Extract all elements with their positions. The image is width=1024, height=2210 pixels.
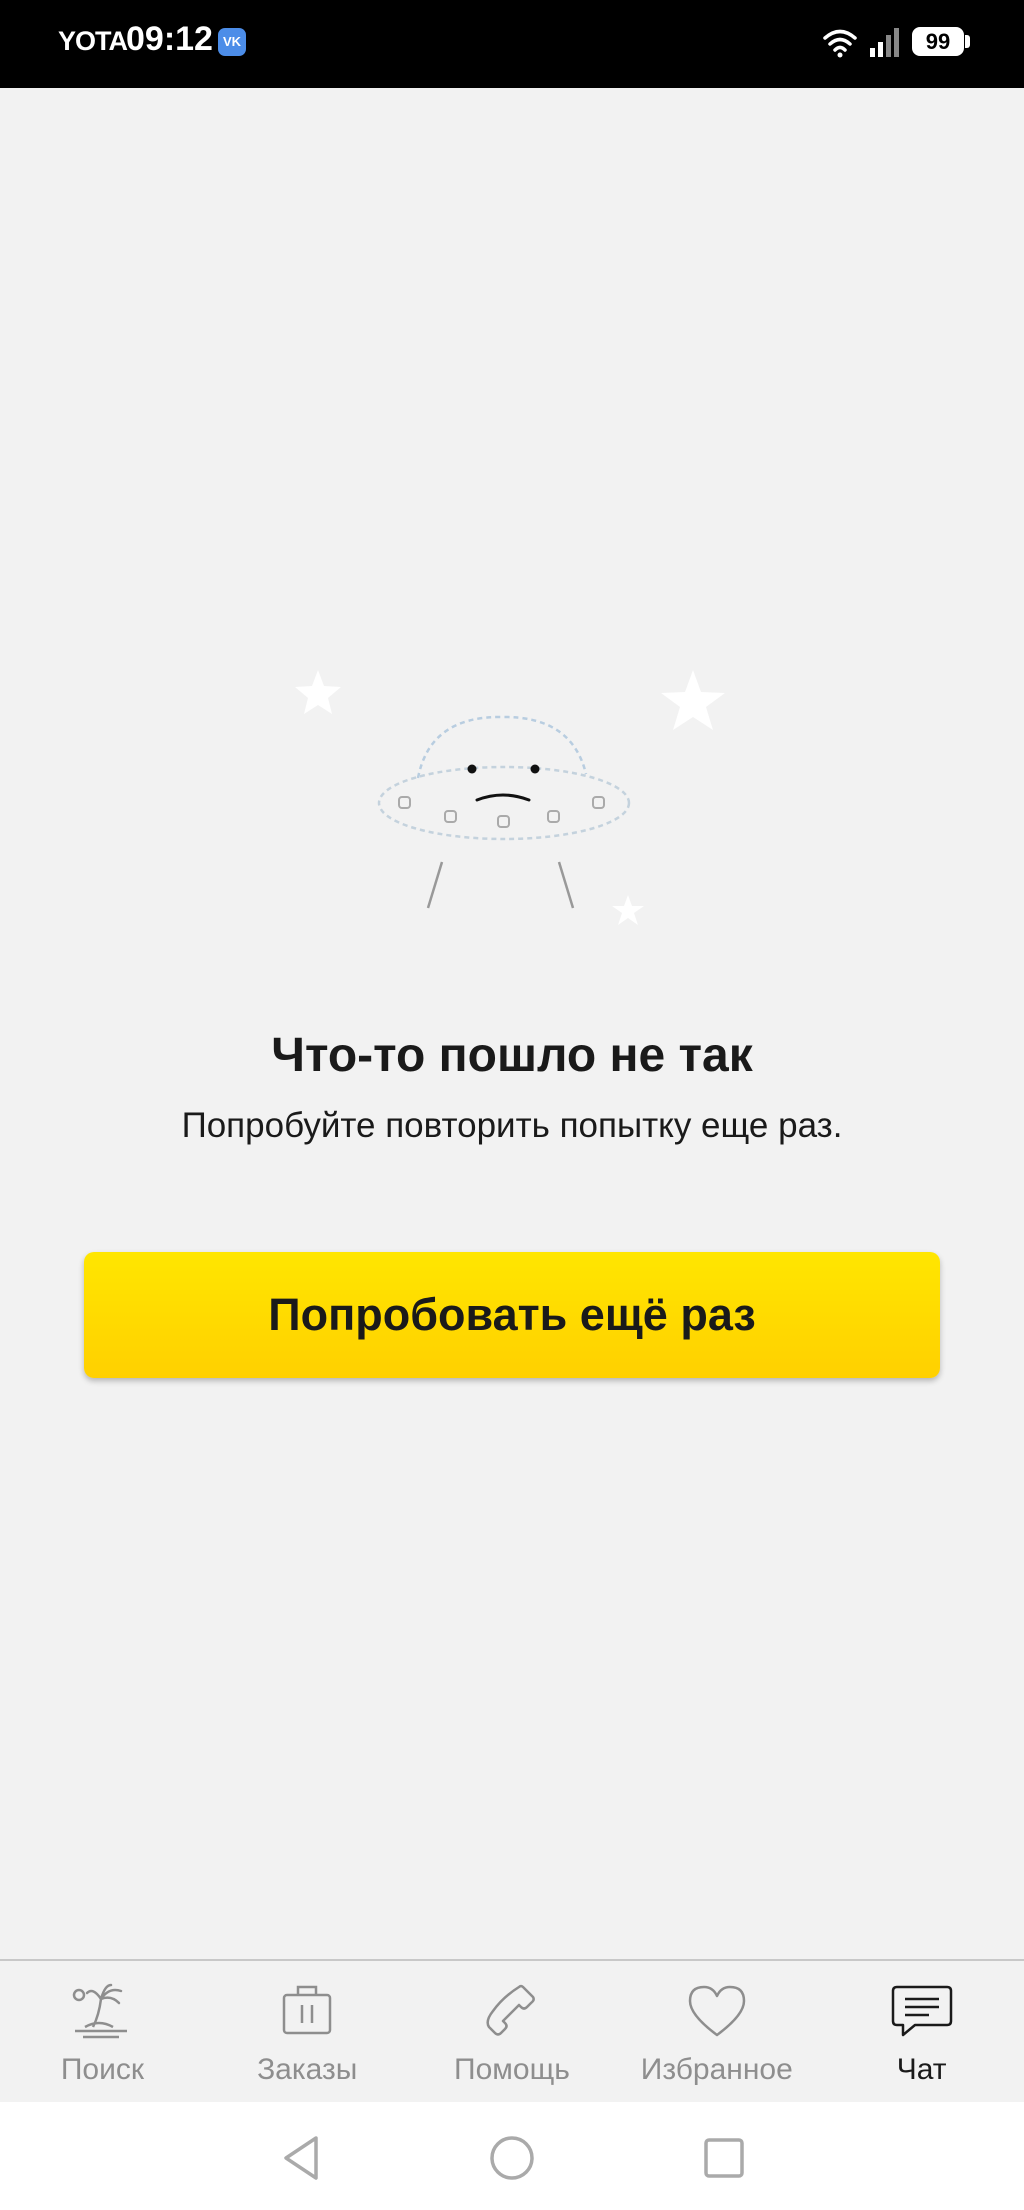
tab-favorites[interactable]: Избранное bbox=[614, 1961, 819, 2102]
vk-icon: VK bbox=[218, 28, 246, 56]
heart-icon bbox=[688, 1985, 746, 2037]
home-icon[interactable] bbox=[486, 2132, 538, 2184]
back-icon[interactable] bbox=[276, 2132, 328, 2184]
carrier-name: YOTA bbox=[58, 26, 128, 56]
status-time: 09:12 bbox=[126, 20, 213, 58]
bottom-tab-bar: Поиск Заказы Помощь Избранное Чат bbox=[0, 1959, 1024, 2102]
tab-label: Поиск bbox=[60, 2053, 144, 2086]
chat-icon bbox=[891, 1985, 952, 2037]
signal-icon bbox=[870, 28, 899, 57]
error-title: Что-то пошло не так bbox=[271, 1029, 753, 1082]
status-bar: YOTA 09:12 VK 99 bbox=[0, 0, 1024, 88]
error-subtitle: Попробуйте повторить попытку еще раз. bbox=[181, 1106, 843, 1145]
tab-label: Чат bbox=[896, 2053, 947, 2086]
star-icon bbox=[661, 670, 725, 730]
tab-label: Помощь bbox=[454, 2053, 570, 2086]
tab-label: Избранное bbox=[640, 2053, 793, 2086]
star-icon bbox=[295, 670, 341, 714]
tab-label: Заказы bbox=[257, 2053, 358, 2086]
battery-icon: 99 bbox=[912, 27, 964, 56]
star-icon bbox=[612, 895, 644, 925]
tab-orders[interactable]: Заказы bbox=[205, 1961, 410, 2102]
system-nav-bar bbox=[0, 2102, 1024, 2210]
recents-icon[interactable] bbox=[698, 2132, 750, 2184]
retry-button[interactable]: Попробовать ещё раз bbox=[84, 1252, 940, 1378]
tab-search[interactable]: Поиск bbox=[0, 1961, 205, 2102]
wifi-icon bbox=[823, 29, 857, 58]
tab-chat[interactable]: Чат bbox=[819, 1961, 1024, 2102]
tab-help[interactable]: Помощь bbox=[410, 1961, 615, 2102]
palm-island-icon bbox=[73, 1983, 128, 2039]
phone-icon bbox=[486, 1984, 535, 2036]
ufo-sad-face-icon bbox=[295, 670, 725, 925]
battery-tip bbox=[965, 35, 970, 48]
suitcase-icon bbox=[282, 1985, 332, 2035]
